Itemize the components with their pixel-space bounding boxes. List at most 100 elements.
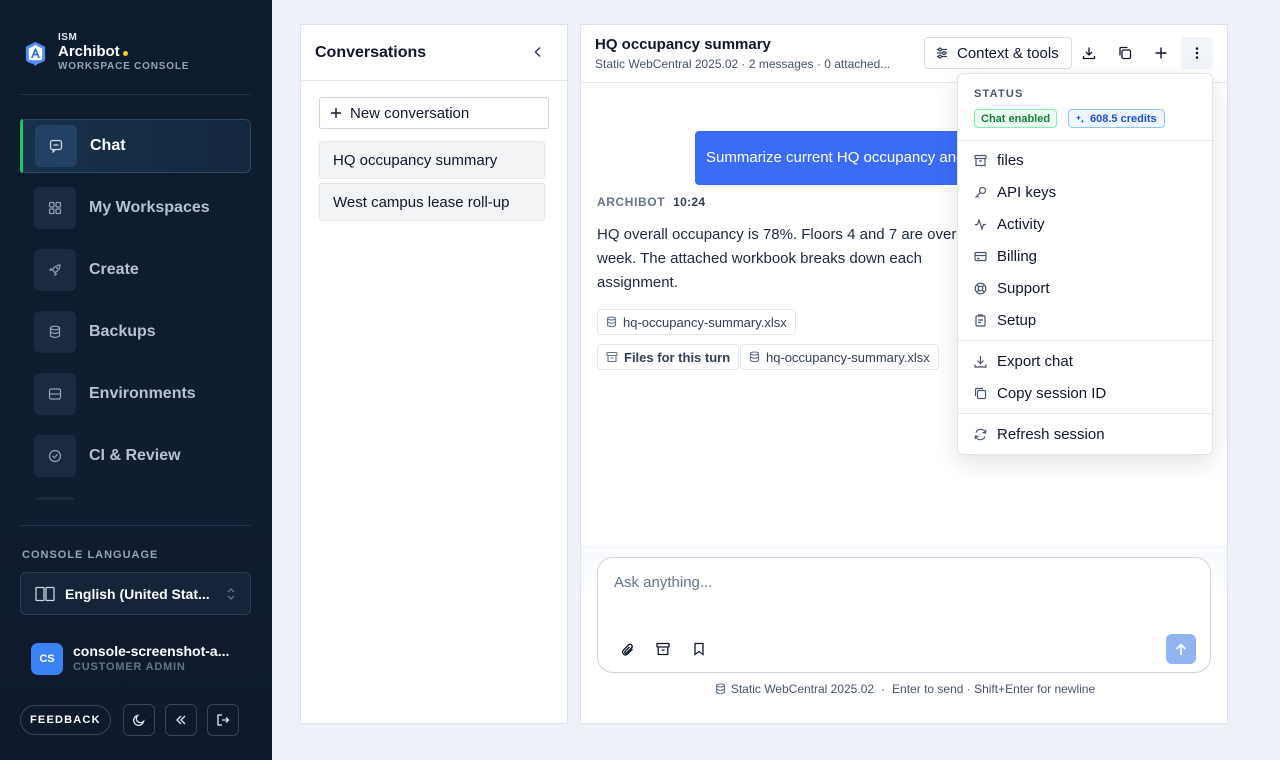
language-select[interactable]: English (United Stat... <box>20 572 251 615</box>
copy-button[interactable] <box>1109 37 1141 69</box>
sidebar-item-more[interactable] <box>20 491 251 500</box>
menu-item-label: Copy session ID <box>997 384 1107 402</box>
conversation-item[interactable]: West campus lease roll-up <box>319 183 545 221</box>
menu-item-label: Support <box>997 279 1050 297</box>
activity-icon <box>975 217 986 231</box>
send-button[interactable] <box>1166 634 1196 664</box>
rocket-icon <box>34 249 76 291</box>
brand-prefix: ISM <box>58 32 78 43</box>
database-icon <box>34 311 76 353</box>
language-label: CONSOLE LANGUAGE <box>22 549 159 561</box>
menu-item-files[interactable]: files <box>974 148 1024 172</box>
sidebar-item-environments[interactable]: Environments <box>20 367 251 421</box>
grid-icon <box>34 187 76 229</box>
credit-card-icon <box>974 251 987 261</box>
lifebuoy-icon <box>974 282 987 294</box>
menu-item-billing[interactable]: Billing <box>974 244 1037 268</box>
database-icon <box>606 316 617 328</box>
sparkle-icon <box>1076 114 1085 123</box>
theme-toggle-button[interactable] <box>123 704 155 736</box>
composer[interactable]: Ask anything... <box>597 557 1211 673</box>
sidebar-item-my-workspaces[interactable]: My Workspaces <box>20 181 251 235</box>
more-options-button[interactable] <box>1181 37 1213 69</box>
database-icon <box>749 351 760 363</box>
attachment-chip[interactable]: hq-occupancy-summary.xlsx <box>597 309 796 335</box>
new-conversation-label: New conversation <box>350 104 470 122</box>
footer-hint: Enter to send · Shift+Enter for newline <box>892 682 1096 696</box>
sidebar-item-label: Backups <box>89 323 156 340</box>
files-for-turn-chip[interactable]: Files for this turn <box>597 344 740 370</box>
context-tools-label: Context & tools <box>957 44 1059 62</box>
menu-item-export-chat[interactable]: Export chat <box>974 349 1073 373</box>
menu-item-activity[interactable]: Activity <box>974 212 1045 236</box>
chat-title: HQ occupancy summary <box>595 36 771 53</box>
files-for-turn-label: Files for this turn <box>624 349 731 365</box>
sidebar-item-create[interactable]: Create <box>20 243 251 297</box>
bookmark-icon <box>694 642 704 656</box>
logout-button[interactable] <box>207 704 239 736</box>
sidebar-item-label: CI & Review <box>89 447 181 464</box>
status-dot-icon <box>122 50 128 56</box>
status-label: STATUS <box>974 88 1024 100</box>
chat-enabled-badge: Chat enabled <box>974 109 1058 128</box>
menu-item-label: API keys <box>997 183 1057 201</box>
menu-item-copy-session-id[interactable]: Copy session ID <box>974 381 1106 405</box>
brand[interactable]: ISM Archibot WORKSPACE CONSOLE <box>22 32 189 73</box>
menu-item-support[interactable]: Support <box>974 276 1050 300</box>
conversations-title: Conversations <box>315 43 427 61</box>
paperclip-icon <box>621 643 633 656</box>
user-profile[interactable]: CS console-screenshot-a... CUSTOMER ADMI… <box>31 643 238 675</box>
user-message: Summarize current HQ occupancy and <box>695 131 985 185</box>
new-conversation-button[interactable]: New conversation <box>319 97 549 129</box>
divider <box>20 94 251 95</box>
brand-name: Archibot <box>58 43 120 60</box>
clipboard-icon <box>975 313 986 327</box>
sliders-icon <box>937 47 947 59</box>
attachment-name: hq-occupancy-summary.xlsx <box>623 314 787 330</box>
sidebar-item-label: Environments <box>89 385 196 402</box>
menu-item-label: Export chat <box>997 352 1073 370</box>
arrow-up-icon <box>1175 642 1187 655</box>
message-time: 10:24 <box>673 195 706 209</box>
context-tools-button[interactable]: Context & tools <box>924 37 1072 69</box>
credits-badge: 608.5 credits <box>1068 109 1165 128</box>
divider <box>958 340 1212 341</box>
copy-icon <box>974 387 987 399</box>
bookmark-button[interactable] <box>688 638 710 660</box>
credits-value: 608.5 credits <box>1090 112 1157 125</box>
chevron-left-icon[interactable] <box>531 45 545 59</box>
attach-button[interactable] <box>616 638 638 660</box>
logout-icon <box>217 714 230 726</box>
archibot-logo-icon <box>25 41 46 67</box>
chat-icon <box>35 125 77 167</box>
bot-message-text: HQ overall occupancy is 78%. Floors 4 an… <box>597 226 957 291</box>
archive-icon <box>656 642 670 656</box>
conversation-item[interactable]: HQ occupancy summary <box>319 141 545 179</box>
user-role: CUSTOMER ADMIN <box>73 661 186 673</box>
chat-subtitle: Static WebCentral 2025.02 · 2 messages ·… <box>595 57 891 71</box>
file-chip[interactable]: hq-occupancy-summary.xlsx <box>740 344 939 370</box>
sidebar-item-label: Create <box>89 261 139 278</box>
composer-footer: Static WebCentral 2025.02 · Enter to sen… <box>581 682 1227 696</box>
feedback-button[interactable]: FEEDBACK <box>20 705 111 735</box>
menu-item-refresh-session[interactable]: Refresh session <box>974 422 1105 446</box>
key-icon <box>975 186 987 198</box>
menu-item-api-keys[interactable]: API keys <box>974 180 1056 204</box>
new-chat-button[interactable] <box>1145 37 1177 69</box>
divider <box>958 413 1212 414</box>
archive-button[interactable] <box>652 638 674 660</box>
download-button[interactable] <box>1073 37 1105 69</box>
menu-item-setup[interactable]: Setup <box>974 308 1036 332</box>
menu-item-label: Setup <box>997 311 1037 329</box>
bot-name: ARCHIBOT <box>597 195 666 209</box>
message-input[interactable]: Ask anything... <box>614 574 712 591</box>
chevron-updown-icon <box>227 588 235 600</box>
sidebar-item-backups[interactable]: Backups <box>20 305 251 359</box>
more-vertical-icon <box>1195 47 1199 59</box>
copy-icon <box>1119 46 1132 60</box>
sidebar-item-ci-review[interactable]: CI & Review <box>20 429 251 483</box>
chevrons-left-icon <box>176 715 186 725</box>
brand-subtitle: WORKSPACE CONSOLE <box>58 61 190 72</box>
sidebar-item-chat[interactable]: Chat <box>20 119 251 173</box>
collapse-sidebar-button[interactable] <box>165 704 197 736</box>
